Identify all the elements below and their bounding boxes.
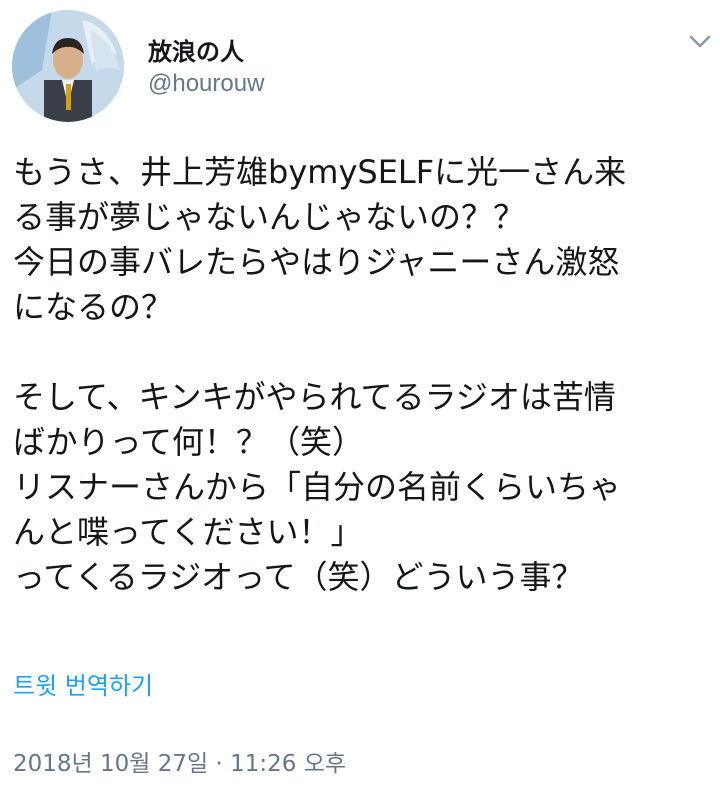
tweet-text: もうさ、井上芳雄bymySELFに光一さん来 る事が夢じゃないんじゃないの？？ … (13, 150, 713, 600)
tweet-line: ばかりって何！？（笑） (13, 423, 365, 461)
tweet-line: る事が夢じゃないんじゃないの？？ (13, 198, 526, 236)
avatar[interactable] (12, 10, 124, 122)
tweet-line: リスナーさんから「自分の名前くらいちゃ (13, 468, 622, 506)
tweet-line: そして、キンキがやられてるラジオは苦情 (13, 378, 616, 416)
display-name[interactable]: 放浪の人 (148, 32, 244, 67)
user-handle[interactable]: @hourouw (148, 70, 264, 98)
tweet-line: もうさ、井上芳雄bymySELFに光一さん来 (13, 153, 627, 191)
tweet-line: ってくるラジオって（笑）どういう事？ (13, 558, 584, 596)
tweet-header: 放浪の人 @hourouw (0, 0, 720, 130)
tweet-line: 今日の事バレたらやはりジャニーさん激怒 (13, 243, 620, 281)
tweet-timestamp[interactable]: 2018년 10월 27일 · 11:26 오후 (13, 744, 346, 778)
translate-tweet-link[interactable]: 트윗 번역하기 (13, 666, 153, 701)
tweet-line: んと喋ってください！」 (13, 513, 363, 551)
profile-photo-icon (12, 10, 124, 122)
chevron-down-icon[interactable] (684, 26, 716, 58)
tweet-line: になるの？ (13, 288, 174, 326)
